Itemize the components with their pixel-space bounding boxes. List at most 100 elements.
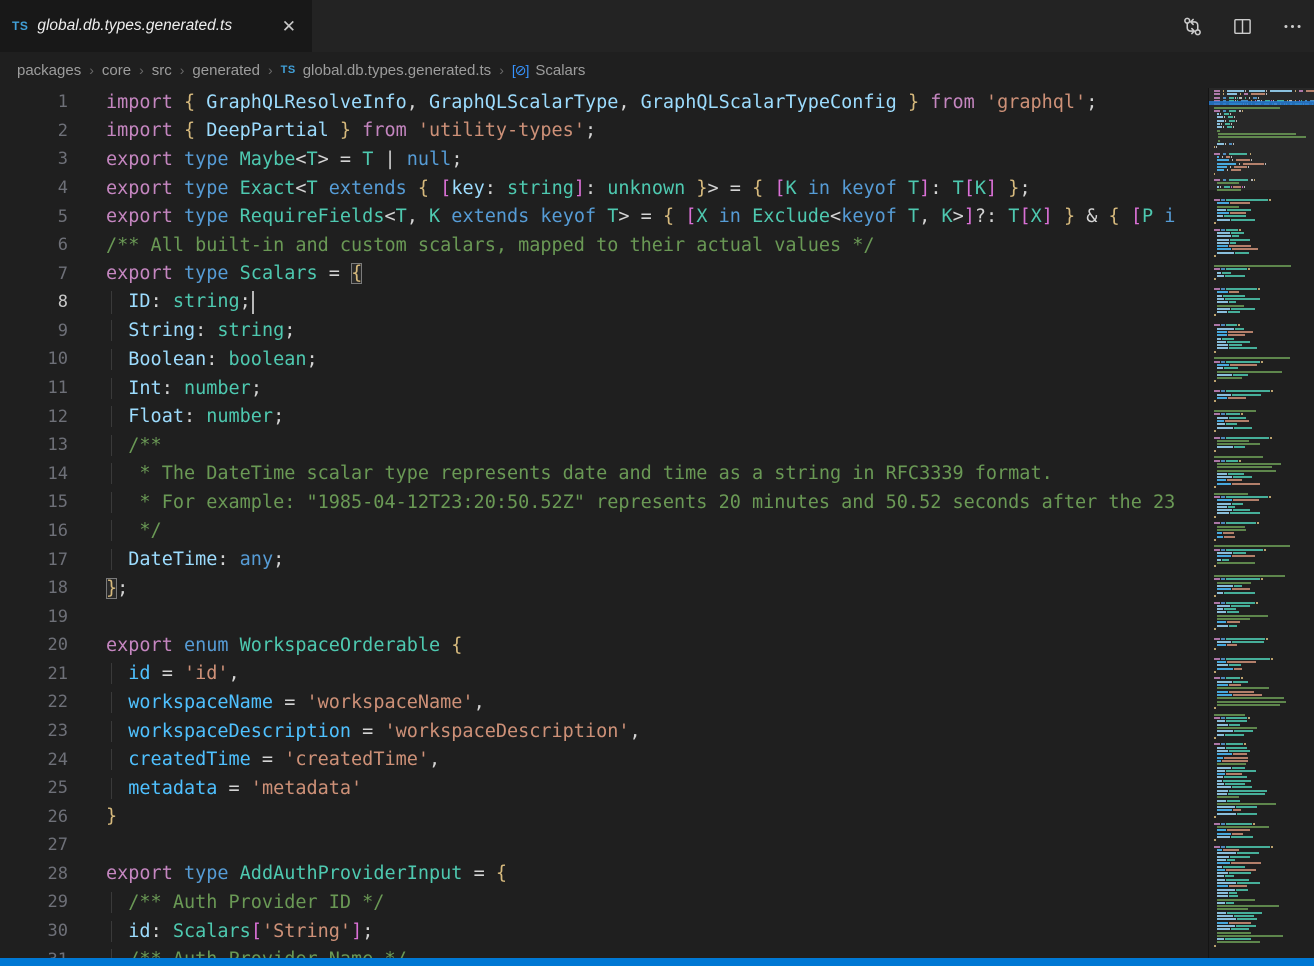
minimap-row xyxy=(1214,717,1251,719)
line-number: 22 xyxy=(0,692,68,712)
minimap-row xyxy=(1214,628,1217,630)
minimap-row xyxy=(1214,866,1246,868)
breadcrumb-item-packages[interactable]: packages xyxy=(17,62,81,79)
minimap-row xyxy=(1214,529,1247,531)
minimap-row xyxy=(1214,714,1246,716)
code-line[interactable]: 7export type Scalars = { xyxy=(0,259,1206,288)
minimap-row xyxy=(1214,760,1249,762)
minimap-row xyxy=(1214,503,1244,505)
minimap-row xyxy=(1214,166,1250,168)
code-line[interactable]: 11 Int: number; xyxy=(0,374,1206,403)
code-line-text: }; xyxy=(68,578,1206,599)
minimap-row xyxy=(1214,803,1277,805)
code-line[interactable]: 25 metadata = 'metadata' xyxy=(0,774,1206,803)
minimap-row xyxy=(1214,93,1268,95)
breadcrumb-item-generated[interactable]: generated xyxy=(192,62,260,79)
minimap-row xyxy=(1214,750,1251,752)
code-line[interactable]: 20export enum WorkspaceOrderable { xyxy=(0,631,1206,660)
code-line[interactable]: 1import { GraphQLResolveInfo, GraphQLSca… xyxy=(0,88,1206,117)
symbol-type-icon: [⊘] xyxy=(512,62,529,79)
minimap-row xyxy=(1214,116,1236,118)
minimap-row xyxy=(1214,516,1217,518)
breadcrumb-item-core[interactable]: core xyxy=(102,62,131,79)
minimap-row xyxy=(1214,110,1244,112)
code-line-text: createdTime = 'createdTime', xyxy=(68,749,1206,770)
breadcrumb-item-scalars[interactable]: [⊘]Scalars xyxy=(512,62,586,79)
code-line[interactable]: 24 createdTime = 'createdTime', xyxy=(0,745,1206,774)
code-line-text: /** All built-in and custom scalars, map… xyxy=(68,235,1206,256)
minimap-row xyxy=(1214,872,1252,874)
minimap-row xyxy=(1214,704,1281,706)
minimap-row xyxy=(1214,938,1252,940)
minimap-row xyxy=(1214,839,1217,841)
code-line[interactable]: 14 * The DateTime scalar type represents… xyxy=(0,460,1206,489)
line-number: 15 xyxy=(0,492,68,512)
code-line[interactable]: 19 xyxy=(0,602,1206,631)
line-number: 9 xyxy=(0,321,68,341)
split-editor-icon[interactable] xyxy=(1230,14,1254,38)
line-number: 25 xyxy=(0,778,68,798)
minimap-row xyxy=(1214,813,1258,815)
code-line[interactable]: 17 DateTime: any; xyxy=(0,545,1206,574)
open-changes-icon[interactable] xyxy=(1180,14,1204,38)
minimap-row xyxy=(1214,341,1251,343)
code-line[interactable]: 16 */ xyxy=(0,517,1206,546)
minimap-row xyxy=(1214,767,1246,769)
breadcrumb-item-global-db-types-generated-ts[interactable]: TSglobal.db.types.generated.ts xyxy=(281,62,492,79)
minimap-row xyxy=(1214,743,1247,745)
minimap-row xyxy=(1214,786,1253,788)
minimap-row xyxy=(1214,97,1260,99)
code-line[interactable]: 5export type RequireFields<T, K extends … xyxy=(0,202,1206,231)
breadcrumb-label: generated xyxy=(192,62,260,79)
code-line[interactable]: 18}; xyxy=(0,574,1206,603)
minimap-row xyxy=(1214,912,1263,914)
code-line[interactable]: 26} xyxy=(0,802,1206,831)
minimap-row xyxy=(1214,229,1242,231)
code-line[interactable]: 2import { DeepPartial } from 'utility-ty… xyxy=(0,117,1206,146)
minimap-row xyxy=(1214,499,1260,501)
code-line[interactable]: 10 Boolean: boolean; xyxy=(0,345,1206,374)
code-line-text: metadata = 'metadata' xyxy=(68,778,1206,799)
code-line[interactable]: 22 workspaceName = 'workspaceName', xyxy=(0,688,1206,717)
code-editor: 1import { GraphQLResolveInfo, GraphQLSca… xyxy=(0,88,1314,958)
minimap-row xyxy=(1214,885,1248,887)
tab-global-db-types-generated[interactable]: TS global.db.types.generated.ts ✕ xyxy=(0,0,312,52)
code-line[interactable]: 9 String: string; xyxy=(0,317,1206,346)
code-line[interactable]: 27 xyxy=(0,831,1206,860)
line-number: 16 xyxy=(0,521,68,541)
code-line[interactable]: 3export type Maybe<T> = T | null; xyxy=(0,145,1206,174)
breadcrumb-item-src[interactable]: src xyxy=(152,62,172,79)
minimap-row xyxy=(1214,493,1249,495)
code-line[interactable]: 23 workspaceDescription = 'workspaceDesc… xyxy=(0,717,1206,746)
code-line[interactable]: 6/** All built-in and custom scalars, ma… xyxy=(0,231,1206,260)
close-icon[interactable]: ✕ xyxy=(278,16,300,37)
minimap-row xyxy=(1214,456,1264,458)
code-line[interactable]: 30 id: Scalars['String']; xyxy=(0,917,1206,946)
minimap-row xyxy=(1214,338,1235,340)
code-line[interactable]: 4export type Exact<T extends { [key: str… xyxy=(0,174,1206,203)
minimap-row xyxy=(1214,371,1283,373)
code-line[interactable]: 28export type AddAuthProviderInput = { xyxy=(0,860,1206,889)
code-line[interactable]: 21 id = 'id', xyxy=(0,660,1206,689)
code-line[interactable]: 29 /** Auth Provider ID */ xyxy=(0,888,1206,917)
code-line[interactable]: 12 Float: number; xyxy=(0,402,1206,431)
breadcrumb: packages›core›src›generated›TSglobal.db.… xyxy=(0,52,1314,88)
minimap-row xyxy=(1214,394,1262,396)
code-line[interactable]: 31 /** Auth Provider Name */ xyxy=(0,945,1206,958)
minimap-row xyxy=(1214,833,1244,835)
minimap-row xyxy=(1214,430,1217,432)
code-line-text: export type Maybe<T> = T | null; xyxy=(68,149,1206,170)
code-line[interactable]: 13 /** xyxy=(0,431,1206,460)
code-line[interactable]: 15 * For example: "1985-04-12T23:20:50.5… xyxy=(0,488,1206,517)
minimap-row xyxy=(1214,130,1221,132)
minimap-row xyxy=(1214,351,1217,353)
minimap-row xyxy=(1214,443,1261,445)
minimap[interactable] xyxy=(1208,88,1314,958)
minimap-row xyxy=(1214,209,1252,211)
minimap-row xyxy=(1214,730,1254,732)
minimap-row xyxy=(1214,701,1287,703)
code-line[interactable]: 8 ID: string; xyxy=(0,288,1206,317)
minimap-row xyxy=(1214,275,1246,277)
more-actions-icon[interactable] xyxy=(1280,14,1304,38)
minimap-row xyxy=(1214,895,1239,897)
